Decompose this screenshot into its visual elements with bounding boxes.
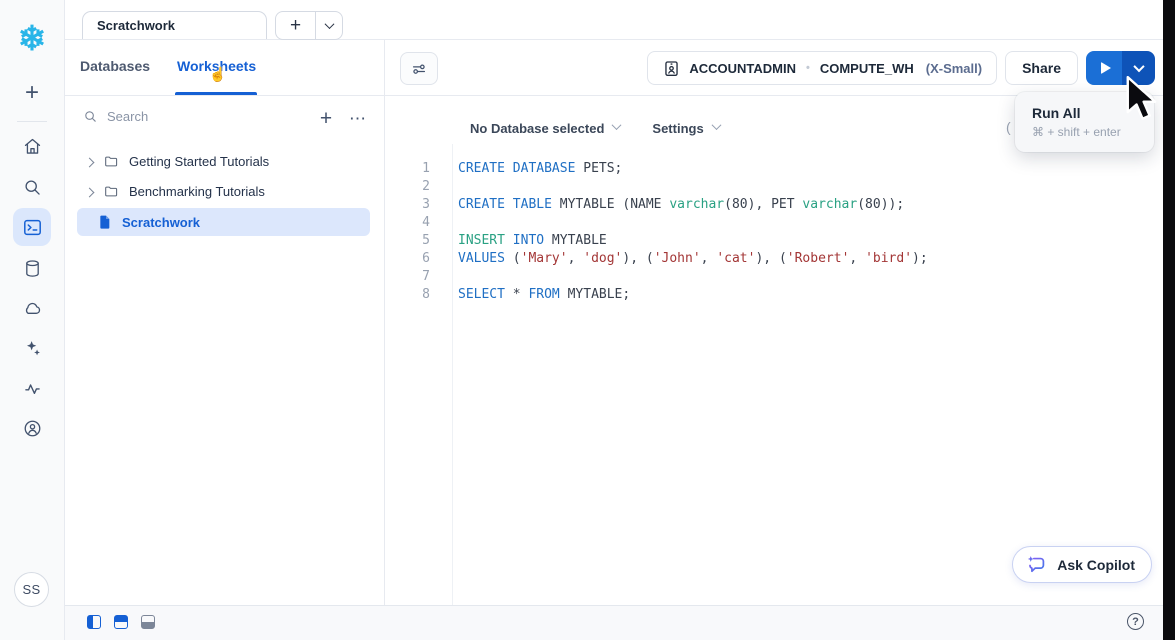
bottom-status-bar: ?	[65, 605, 1163, 640]
help-icon[interactable]: ?	[1127, 613, 1144, 630]
copilot-sparkle-chat-icon	[1025, 553, 1048, 576]
line-number: 4	[385, 214, 430, 232]
sql-editor[interactable]: 12345678 CREATE DATABASE PETS; CREATE TA…	[385, 144, 1163, 605]
admin-badge-nav-icon[interactable]	[13, 409, 51, 447]
chevron-down-icon	[1133, 61, 1144, 72]
worksheet-tab-bar: Scratchwork +	[65, 0, 1163, 40]
sliders-icon	[409, 59, 429, 79]
tab-list-chevron-button[interactable]	[315, 12, 342, 39]
run-all-shortcut: ⌘ + shift + enter	[1032, 125, 1144, 139]
mouse-cursor-hand: ☝	[209, 66, 226, 83]
ai-sparkles-nav-icon[interactable]	[13, 329, 51, 367]
warehouse-name: COMPUTE_WH	[820, 61, 914, 76]
new-worksheet-button[interactable]: +	[313, 106, 339, 132]
worksheet-file-icon	[97, 214, 113, 230]
home-icon[interactable]	[13, 127, 51, 165]
search-icon	[83, 109, 98, 124]
layout-results-toggle-icon[interactable]	[141, 615, 155, 629]
search-nav-icon[interactable]	[13, 168, 51, 206]
line-number: 8	[385, 286, 430, 304]
layout-sidebar-toggle-icon[interactable]	[87, 615, 101, 629]
gutter-divider	[452, 144, 453, 605]
search-placeholder: Search	[107, 109, 148, 124]
tree-item-label: Benchmarking Tutorials	[129, 184, 265, 199]
tree-item-folder[interactable]: Getting Started Tutorials	[65, 146, 384, 176]
tree-item-folder[interactable]: Benchmarking Tutorials	[65, 176, 384, 206]
dot-separator: •	[806, 62, 810, 74]
line-number: 2	[385, 178, 430, 196]
tree-item-label: Scratchwork	[122, 215, 200, 230]
folder-icon	[103, 153, 120, 170]
code-line[interactable]: INSERT INTO MYTABLE	[458, 232, 1163, 250]
line-number: 3	[385, 196, 430, 214]
worksheet-toolbar: ACCOUNTADMIN • COMPUTE_WH (X-Small) Shar…	[385, 40, 1163, 96]
left-nav-rail: ❄ + SS	[0, 0, 65, 640]
database-selector-label: No Database selected	[470, 121, 604, 136]
context-selector-button[interactable]: ACCOUNTADMIN • COMPUTE_WH (X-Small)	[647, 51, 997, 85]
search-input[interactable]: Search	[83, 109, 148, 124]
chevron-right-icon[interactable]	[86, 184, 93, 199]
screen-edge-strip	[1163, 0, 1175, 640]
role-name: ACCOUNTADMIN	[689, 61, 796, 76]
chevron-down-icon	[612, 120, 622, 130]
code-line[interactable]	[458, 214, 1163, 232]
tab-databases[interactable]: Databases	[80, 58, 150, 74]
active-tab-underline	[175, 92, 257, 95]
editor-gutter: 12345678	[385, 160, 430, 304]
code-line[interactable]: CREATE DATABASE PETS;	[458, 160, 1163, 178]
line-number: 5	[385, 232, 430, 250]
snowflake-logo-icon[interactable]: ❄	[9, 16, 55, 62]
database-selector[interactable]: No Database selected	[470, 121, 620, 136]
sidebar: Databases Worksheets Search + ⋯ Getting …	[65, 40, 385, 605]
cloud-nav-icon[interactable]	[13, 289, 51, 327]
display-options-button[interactable]	[400, 52, 438, 85]
run-button[interactable]	[1086, 51, 1122, 85]
ask-copilot-label: Ask Copilot	[1057, 557, 1135, 573]
create-new-icon[interactable]: +	[18, 80, 46, 108]
line-number: 1	[385, 160, 430, 178]
role-badge-icon	[662, 59, 681, 78]
code-line[interactable]: CREATE TABLE MYTABLE (NAME varchar(80), …	[458, 196, 1163, 214]
folder-icon	[103, 183, 120, 200]
chevron-right-icon[interactable]	[86, 154, 93, 169]
toolbar-right-group: ACCOUNTADMIN • COMPUTE_WH (X-Small) Shar…	[647, 51, 1155, 85]
sidebar-search-row: Search + ⋯	[65, 106, 384, 134]
code-line[interactable]: VALUES ('Mary', 'dog'), ('John', 'cat'),…	[458, 250, 1163, 268]
mouse-cursor-arrow	[1124, 76, 1160, 127]
ask-copilot-button[interactable]: Ask Copilot	[1012, 546, 1152, 583]
editor-code[interactable]: CREATE DATABASE PETS; CREATE TABLE MYTAB…	[458, 160, 1163, 304]
more-options-icon[interactable]: ⋯	[345, 107, 371, 133]
activity-nav-icon[interactable]	[13, 369, 51, 407]
code-line[interactable]	[458, 268, 1163, 286]
settings-label: Settings	[652, 121, 703, 136]
worksheet-tree: Getting Started Tutorials Benchmarking T…	[65, 146, 384, 236]
code-line[interactable]	[458, 178, 1163, 196]
settings-dropdown[interactable]: Settings	[652, 121, 719, 136]
user-avatar[interactable]: SS	[14, 572, 49, 607]
worksheets-nav-icon[interactable]	[13, 208, 51, 246]
code-line[interactable]: SELECT * FROM MYTABLE;	[458, 286, 1163, 304]
data-nav-icon[interactable]	[13, 249, 51, 287]
tree-item-worksheet-selected[interactable]: Scratchwork	[77, 208, 370, 236]
play-icon	[1101, 62, 1111, 74]
chevron-down-icon	[711, 120, 721, 130]
share-button[interactable]: Share	[1005, 51, 1078, 85]
warehouse-size: (X-Small)	[926, 61, 982, 76]
rail-divider	[17, 121, 47, 122]
tab-actions-group: +	[275, 11, 343, 40]
line-number: 7	[385, 268, 430, 286]
new-worksheet-tab-button[interactable]: +	[276, 12, 315, 39]
layout-editor-toggle-icon[interactable]	[114, 615, 128, 629]
tab-scratchwork[interactable]: Scratchwork	[82, 11, 267, 39]
obscured-element-fragment: (	[1006, 119, 1011, 135]
tree-item-label: Getting Started Tutorials	[129, 154, 269, 169]
line-number: 6	[385, 250, 430, 268]
